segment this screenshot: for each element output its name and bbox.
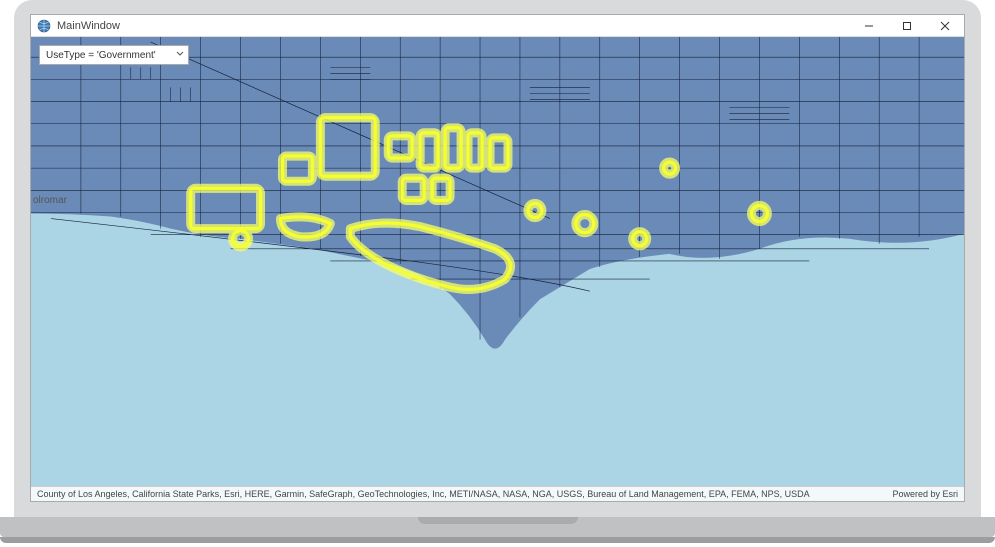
parcel-fill-layer [31,37,964,349]
maximize-button[interactable] [888,15,926,36]
attribution-bar: County of Los Angeles, California State … [31,486,964,501]
laptop-mockup: MainWindow UseType = 'Government' [0,0,995,547]
maximize-icon [902,21,912,31]
app-window: MainWindow UseType = 'Government' [30,14,965,502]
place-label: olromar [33,195,67,206]
close-button[interactable] [926,15,964,36]
filter-expression-dropdown[interactable]: UseType = 'Government' [39,45,189,65]
minimize-button[interactable] [850,15,888,36]
screen-bezel: MainWindow UseType = 'Government' [14,0,981,518]
close-icon [940,21,950,31]
map-layers [31,37,964,501]
chevron-down-icon [176,50,184,61]
map-view[interactable]: olromar County of Los Angeles, Californi… [31,37,964,501]
app-icon [37,19,51,33]
titlebar: MainWindow [31,15,964,37]
attribution-credits: County of Los Angeles, California State … [37,489,810,499]
window-controls [850,15,964,36]
powered-by-esri[interactable]: Powered by Esri [892,489,958,499]
window-title: MainWindow [57,20,120,32]
laptop-base [0,517,995,537]
minimize-icon [864,21,874,31]
filter-expression-text: UseType = 'Government' [46,50,156,61]
